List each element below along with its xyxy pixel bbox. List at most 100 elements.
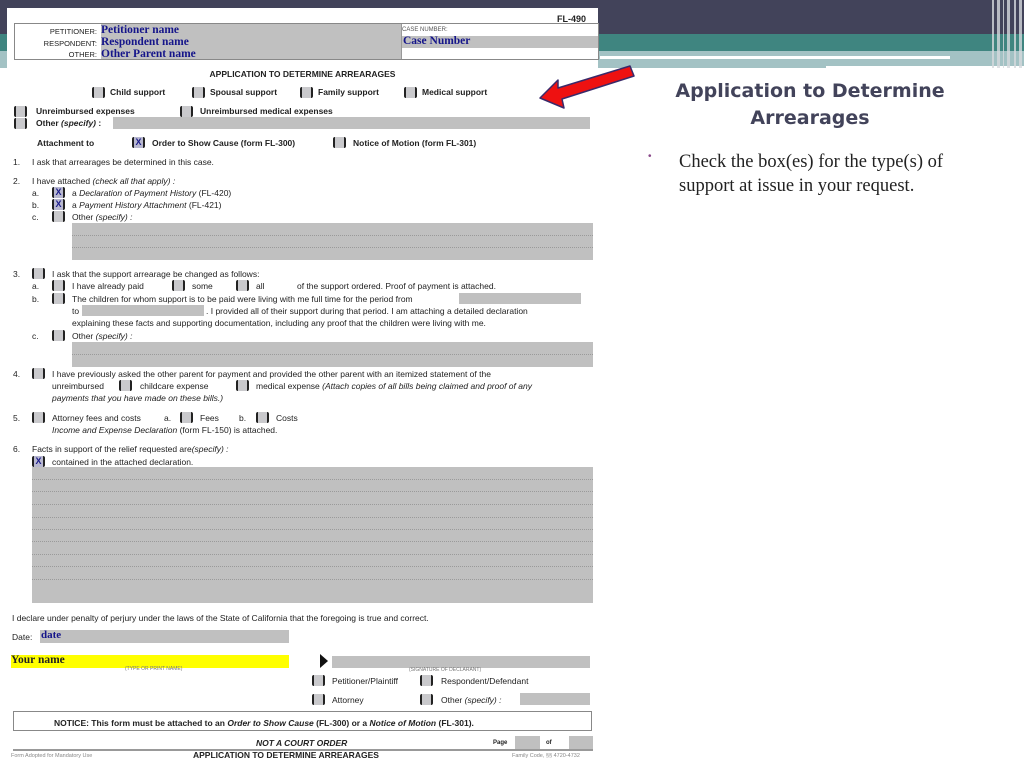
item-3c-other-checkbox[interactable] <box>52 330 65 341</box>
period-to-input[interactable] <box>82 305 204 316</box>
perjury-declaration: I declare under penalty of perjury under… <box>12 613 429 623</box>
item-4-number: 4. <box>13 369 21 379</box>
petitioner-label: PETITIONER: <box>49 27 97 36</box>
item-3b-to-label: to <box>72 306 80 316</box>
name-caption: (TYPE OR PRINT NAME) <box>125 666 183 672</box>
signature-arrow-icon <box>320 654 328 668</box>
facts-input[interactable] <box>32 467 593 603</box>
other-role-input[interactable] <box>520 693 590 705</box>
item-2b-text: a Payment History Attachment (FL-421) <box>72 200 222 210</box>
spousal-support-checkbox[interactable] <box>192 87 205 98</box>
slide-title: Application to Determine Arrearages <box>675 80 945 129</box>
item-3-checkbox[interactable] <box>32 268 45 279</box>
page-number-input[interactable] <box>515 736 540 749</box>
costs-label: Costs <box>276 413 298 423</box>
item-2a-letter: a. <box>32 188 40 198</box>
item-2c-other-checkbox[interactable] <box>52 211 65 222</box>
spousal-support-label: Spousal support <box>210 87 278 97</box>
footer-title: APPLICATION TO DETERMINE ARREARAGES <box>193 750 379 760</box>
attorney-fees-checkbox[interactable] <box>32 412 45 423</box>
medical-support-label: Medical support <box>422 87 488 97</box>
item-3-number: 3. <box>13 269 21 279</box>
fl-490-form: FL-490 PETITIONER: RESPONDENT: OTHER: Pe… <box>7 8 599 768</box>
item-2c-other-input[interactable] <box>72 223 593 260</box>
item-5-income-expense: Income and Expense Declaration (form FL-… <box>52 425 278 435</box>
childcare-expense-checkbox[interactable] <box>119 380 132 391</box>
children-living-checkbox[interactable] <box>52 293 65 304</box>
medical-expense-checkbox[interactable] <box>236 380 249 391</box>
respondent-label: RESPONDENT: <box>43 39 97 48</box>
item-3c-letter: c. <box>32 331 39 341</box>
case-number-label: CASE NUMBER: <box>402 27 448 33</box>
other-support-input[interactable] <box>113 117 590 129</box>
unreimbursed-expenses-checkbox[interactable] <box>14 106 27 117</box>
item-2-text: I have attached (check all that apply) : <box>32 176 176 186</box>
attachment-label: Attachment to <box>37 138 95 148</box>
item-3b-text: The children for whom support is to be p… <box>72 294 413 304</box>
item-2c-letter: c. <box>32 212 39 222</box>
your-name-field[interactable]: Your name <box>11 654 65 666</box>
page-total-input[interactable] <box>569 736 593 749</box>
item-1-text: I ask that arrearages be determined in t… <box>32 157 214 167</box>
item-3a-post-text: of the support ordered. Proof of payment… <box>297 281 496 291</box>
family-support-checkbox[interactable] <box>300 87 313 98</box>
item-3c-text: Other (specify) : <box>72 331 133 341</box>
other-role-label: Other (specify) : <box>441 695 502 705</box>
childcare-expense-label: childcare expense <box>140 381 209 391</box>
item-3-text: I ask that the support arrearage be chan… <box>52 269 260 279</box>
case-number-field[interactable]: Case Number <box>403 35 470 47</box>
fees-checkbox[interactable] <box>180 412 193 423</box>
item-4-unreimbursed: unreimbursed <box>52 381 104 391</box>
form-adopted-text: Form Adopted for Mandatory Use <box>11 753 93 759</box>
unreimbursed-medical-label: Unreimbursed medical expenses <box>200 106 333 116</box>
fees-label: Fees <box>200 413 219 423</box>
item-3b-line3: explaining these facts and supporting do… <box>72 318 486 328</box>
not-a-court-order: NOT A COURT ORDER <box>256 738 348 748</box>
form-title: APPLICATION TO DETERMINE ARREARAGES <box>209 69 396 79</box>
signature-caption: (SIGNATURE OF DECLARANT) <box>409 667 482 673</box>
period-from-input[interactable] <box>459 293 581 304</box>
page-label: Page <box>493 740 508 746</box>
item-4-note2: payments that you have made on these bil… <box>52 393 224 403</box>
medical-support-checkbox[interactable] <box>404 87 417 98</box>
slide-header-rule <box>600 56 950 59</box>
nom-checkbox[interactable] <box>333 137 346 148</box>
child-support-checkbox[interactable] <box>92 87 105 98</box>
date-field-bg <box>40 630 289 643</box>
payment-history-attachment-checkbox[interactable]: X <box>52 199 65 210</box>
other-support-checkbox[interactable] <box>14 118 27 129</box>
other-support-label: Other (specify) : <box>36 118 102 128</box>
of-label: of <box>546 740 552 746</box>
petitioner-name-field[interactable]: Petitioner name <box>101 24 179 36</box>
red-arrow-icon <box>539 65 635 109</box>
petitioner-plaintiff-label: Petitioner/Plaintiff <box>332 676 398 686</box>
payment-history-declaration-checkbox[interactable]: X <box>52 187 65 198</box>
other-role-checkbox[interactable] <box>420 694 433 705</box>
item-3a-letter: a. <box>32 281 40 291</box>
unreimbursed-expenses-label: Unreimbursed expenses <box>36 106 135 116</box>
osc-checkbox[interactable]: X <box>132 137 145 148</box>
attached-declaration-checkbox[interactable]: X <box>32 456 45 467</box>
other-label: OTHER: <box>68 50 97 59</box>
item-3b-line2: . I provided all of their support during… <box>206 306 528 316</box>
paid-some-checkbox[interactable] <box>172 280 185 291</box>
item-4-checkbox[interactable] <box>32 368 45 379</box>
item-2c-text: Other (specify) : <box>72 212 133 222</box>
petitioner-plaintiff-checkbox[interactable] <box>312 675 325 686</box>
paid-all-label: all <box>256 281 265 291</box>
item-3c-other-input[interactable] <box>72 342 593 367</box>
paid-all-checkbox[interactable] <box>236 280 249 291</box>
attorney-label: Attorney <box>332 695 364 705</box>
date-field[interactable]: date <box>41 629 61 641</box>
respondent-defendant-checkbox[interactable] <box>420 675 433 686</box>
item-3b-letter: b. <box>32 294 40 304</box>
respondent-name-field[interactable]: Respondent name <box>101 36 189 48</box>
nom-label: Notice of Motion (form FL-301) <box>353 138 477 148</box>
paid-some-label: some <box>192 281 213 291</box>
costs-checkbox[interactable] <box>256 412 269 423</box>
item-2b-letter: b. <box>32 200 40 210</box>
other-parent-name-field[interactable]: Other Parent name <box>101 48 196 60</box>
attorney-checkbox[interactable] <box>312 694 325 705</box>
unreimbursed-medical-checkbox[interactable] <box>180 106 193 117</box>
already-paid-checkbox[interactable] <box>52 280 65 291</box>
